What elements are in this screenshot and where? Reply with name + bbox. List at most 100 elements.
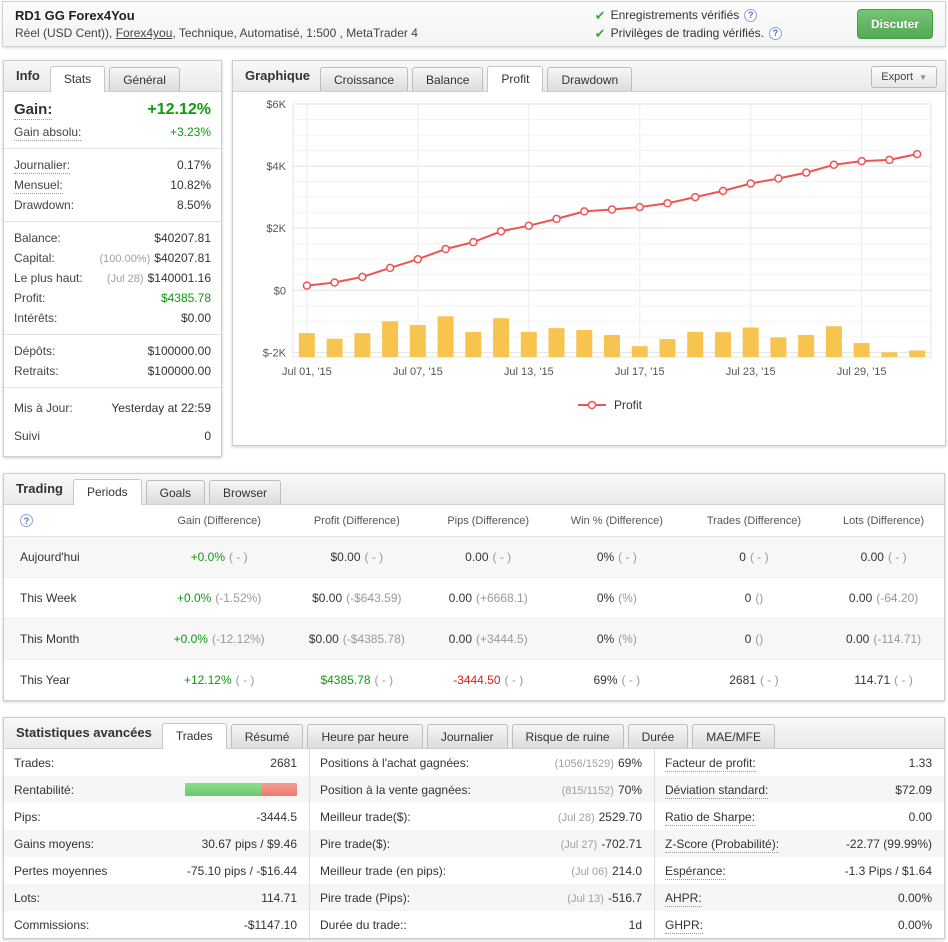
tab-stats-mae-mfe[interactable]: MAE/MFE: [692, 724, 775, 748]
table-cell: 0.00(-114.71): [823, 619, 944, 660]
daily-bar[interactable]: [715, 332, 731, 357]
daily-bar[interactable]: [881, 352, 897, 357]
tab-stats-resume[interactable]: Résumé: [231, 724, 304, 748]
tab-info-general[interactable]: Général: [109, 67, 180, 91]
info-value: 0.17%: [177, 158, 211, 172]
profit-point[interactable]: [414, 256, 421, 263]
stats-group-2: Positions à l'achat gagnées:(1056/1529)6…: [309, 749, 654, 938]
cell-difference: ( - ): [375, 673, 394, 687]
export-button[interactable]: Export▼: [871, 66, 937, 88]
profit-point[interactable]: [886, 156, 893, 163]
stat-value: (Jul 28)2529.70: [558, 810, 642, 824]
daily-bar[interactable]: [465, 332, 481, 357]
daily-bar[interactable]: [909, 350, 925, 357]
tab-info-stats[interactable]: Stats: [50, 66, 105, 92]
cell-value: +0.0%: [191, 550, 225, 564]
stat-row-ghpr: GHPR:0.00%: [655, 911, 944, 938]
daily-bar[interactable]: [743, 328, 759, 357]
daily-bar[interactable]: [354, 333, 370, 357]
cell-value: 2681: [729, 673, 756, 687]
stat-value-main: 2681: [270, 756, 297, 770]
daily-bar[interactable]: [438, 316, 454, 357]
tab-chart-croissance[interactable]: Croissance: [320, 67, 408, 91]
stat-value: 0.00%: [898, 891, 932, 905]
daily-bar[interactable]: [410, 325, 426, 357]
daily-bar[interactable]: [299, 333, 315, 357]
tab-trading-browser[interactable]: Browser: [209, 480, 281, 504]
stats-panel-title: Statistiques avancées: [16, 725, 152, 740]
page: RD1 GG Forex4You Réel (USD Cent)), Forex…: [0, 0, 948, 942]
daily-bar[interactable]: [549, 328, 565, 357]
trading-panel-header: Trading PeriodsGoalsBrowser: [4, 474, 944, 505]
y-axis-label: $6K: [266, 100, 286, 111]
stats-panel-header: Statistiques avancées TradesRésuméHeure …: [4, 718, 944, 749]
tab-trading-periods[interactable]: Periods: [73, 479, 142, 505]
tab-stats-risque-de-ruine[interactable]: Risque de ruine: [512, 724, 624, 748]
stat-row-rentabilite: Rentabilité:: [4, 776, 309, 803]
cell-difference: ( - ): [236, 673, 255, 687]
daily-bar[interactable]: [576, 330, 592, 357]
x-axis-label: Jul 13, '15: [504, 366, 554, 378]
stat-value: $72.09: [895, 783, 932, 797]
profit-point[interactable]: [636, 204, 643, 211]
profit-point[interactable]: [359, 273, 366, 280]
help-icon[interactable]: ?: [744, 9, 757, 22]
daily-bar[interactable]: [687, 332, 703, 357]
legend-label[interactable]: Profit: [614, 398, 643, 412]
daily-bar[interactable]: [604, 335, 620, 357]
daily-bar[interactable]: [854, 343, 870, 357]
info-label: Le plus haut:: [14, 271, 83, 285]
profit-point[interactable]: [692, 194, 699, 201]
profit-point[interactable]: [331, 279, 338, 286]
cell-value: 0: [745, 591, 752, 605]
profit-point[interactable]: [498, 228, 505, 235]
profit-point[interactable]: [442, 246, 449, 253]
broker-link[interactable]: Forex4you: [116, 26, 173, 40]
profit-point[interactable]: [747, 180, 754, 187]
tab-stats-heure-par-heure[interactable]: Heure par heure: [307, 724, 422, 748]
profit-point[interactable]: [553, 215, 560, 222]
daily-bar[interactable]: [521, 332, 537, 357]
tab-stats-journalier[interactable]: Journalier: [427, 724, 508, 748]
profit-point[interactable]: [720, 187, 727, 194]
tab-stats-duree[interactable]: Durée: [628, 724, 689, 748]
stat-label-text: Trades:: [14, 756, 54, 770]
daily-bar[interactable]: [770, 337, 786, 357]
daily-bar[interactable]: [659, 339, 675, 357]
profit-point[interactable]: [775, 175, 782, 182]
info-value: $100000.00: [148, 364, 211, 378]
daily-bar[interactable]: [798, 335, 814, 357]
cell-value: -3444.50: [453, 673, 500, 687]
daily-bar[interactable]: [826, 326, 842, 357]
stat-label-text: Pire trade($):: [320, 837, 390, 851]
profit-point[interactable]: [581, 208, 588, 215]
stat-label-text: Ratio de Sharpe:: [665, 810, 755, 826]
help-icon[interactable]: ?: [769, 27, 782, 40]
stat-label: Gains moyens:: [14, 837, 94, 851]
profit-point[interactable]: [664, 200, 671, 207]
stat-row-gains-moyens: Gains moyens:30.67 pips / $9.46: [4, 830, 309, 857]
daily-bar[interactable]: [382, 321, 398, 357]
profit-point[interactable]: [470, 239, 477, 246]
profit-point[interactable]: [525, 222, 532, 229]
daily-bar[interactable]: [632, 346, 648, 357]
tab-chart-profit[interactable]: Profit: [487, 66, 543, 92]
daily-bar[interactable]: [493, 318, 509, 357]
tab-stats-trades[interactable]: Trades: [162, 723, 227, 749]
tab-chart-drawdown[interactable]: Drawdown: [547, 67, 632, 91]
profit-point[interactable]: [858, 158, 865, 165]
help-icon[interactable]: ?: [20, 514, 33, 527]
profit-point[interactable]: [303, 282, 310, 289]
daily-bar[interactable]: [327, 339, 343, 357]
profit-point[interactable]: [803, 169, 810, 176]
profit-point[interactable]: [387, 264, 394, 271]
profit-point[interactable]: [609, 206, 616, 213]
stat-value-main: -22.77 (99.99%): [846, 837, 932, 851]
stat-row-trades: Trades: 2681: [4, 749, 309, 776]
discuss-button[interactable]: Discuter: [857, 9, 933, 39]
tab-chart-balance[interactable]: Balance: [412, 67, 483, 91]
tab-trading-goals[interactable]: Goals: [146, 480, 205, 504]
account-header: RD1 GG Forex4You Réel (USD Cent)), Forex…: [2, 1, 946, 47]
profit-point[interactable]: [830, 161, 837, 168]
profit-point[interactable]: [914, 151, 921, 158]
